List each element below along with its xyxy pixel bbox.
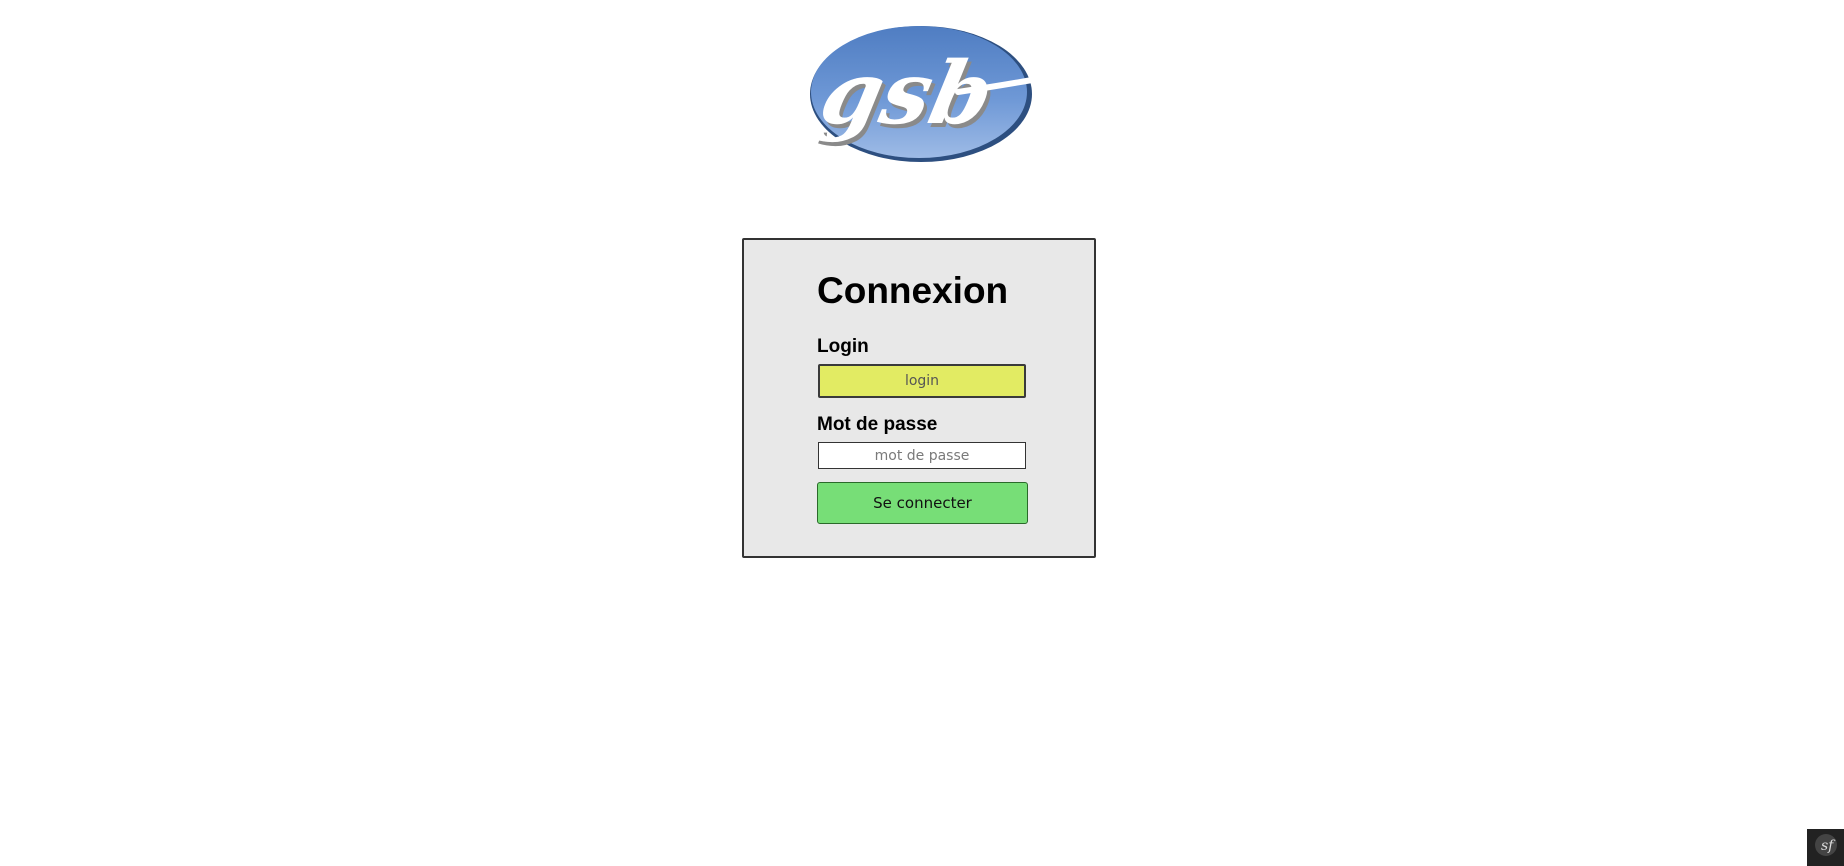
login-title: Connexion [817, 270, 1009, 311]
password-label: Mot de passe [817, 414, 938, 435]
gsb-logo: gsb gsb [808, 22, 1035, 166]
login-label: Login [817, 336, 869, 357]
symfony-logo-icon: sf [1814, 833, 1838, 862]
login-input[interactable] [818, 364, 1026, 398]
password-input[interactable] [818, 442, 1026, 469]
login-page: gsb gsb Connexion Login Mot de passe Se … [0, 0, 1844, 866]
login-panel: Connexion Login Mot de passe Se connecte… [742, 238, 1096, 558]
debug-toolbar-toggle[interactable]: sf [1807, 829, 1844, 866]
svg-text:gsb: gsb [812, 42, 1002, 144]
login-submit-button[interactable]: Se connecter [817, 482, 1028, 524]
